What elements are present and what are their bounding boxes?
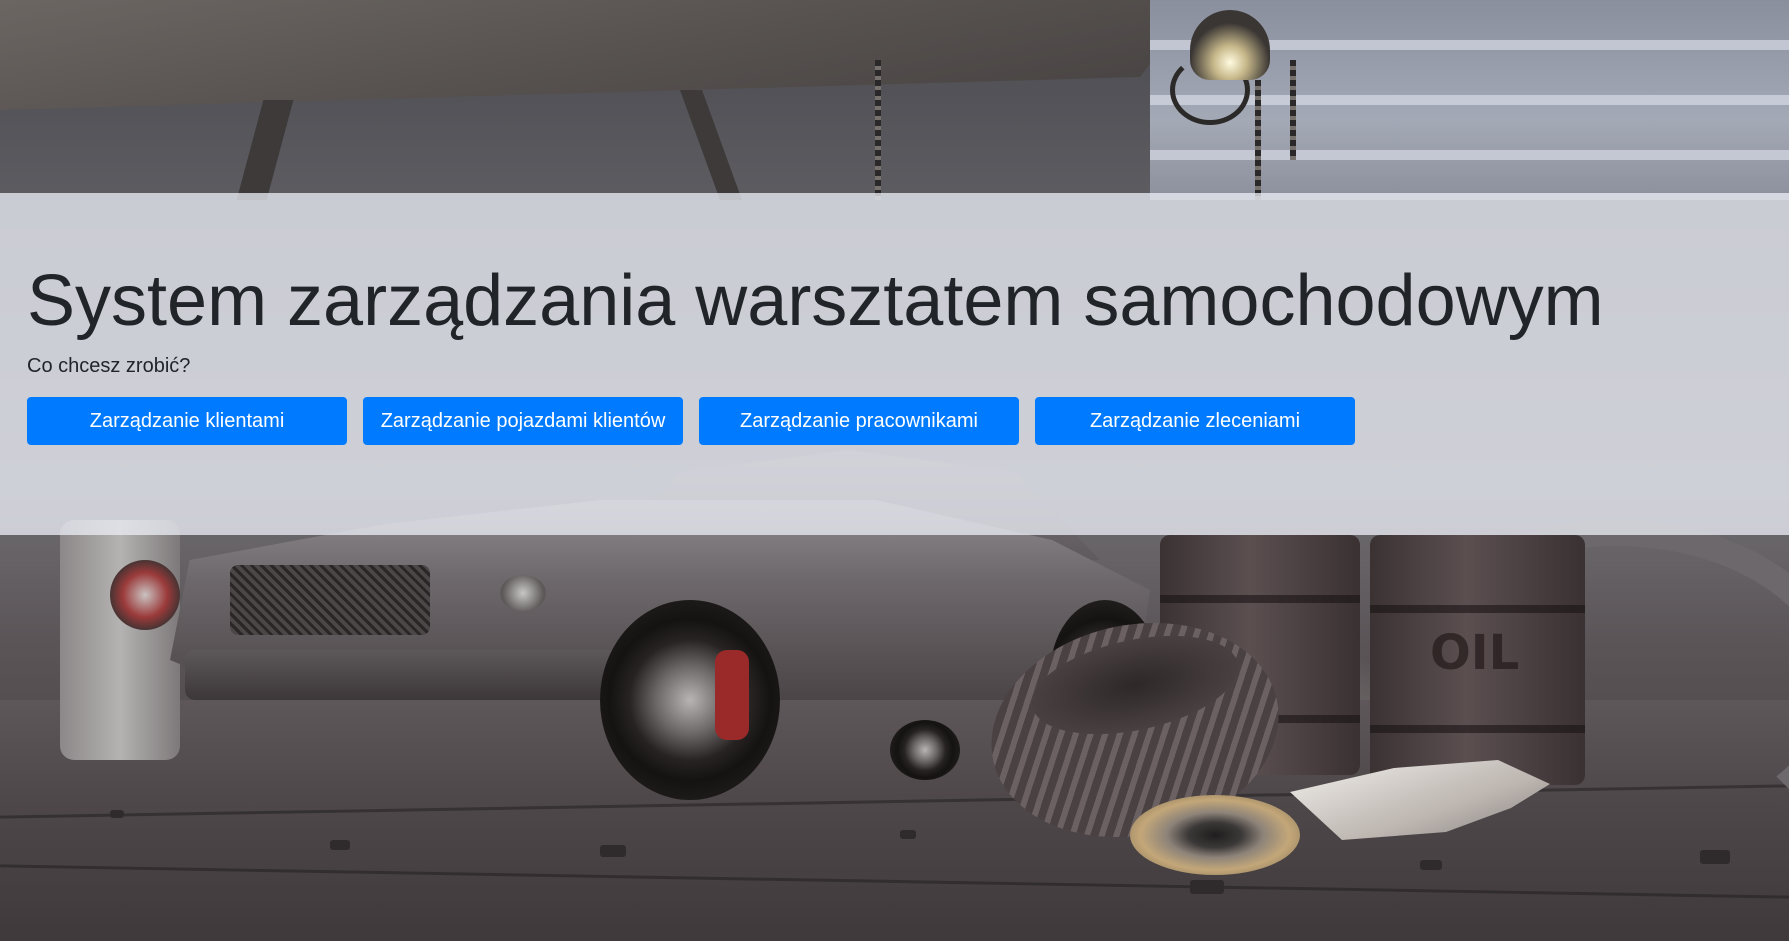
debris [330,840,350,850]
debris [1420,860,1442,870]
ceiling-beam [679,90,743,200]
debris [1700,850,1730,864]
debris [600,845,626,857]
car-front-wheel [600,600,780,800]
hanging-chain [1255,80,1261,200]
debris [110,810,124,818]
debris [900,830,916,839]
ceiling [0,0,1200,110]
page-subtitle: Co chcesz zrobić? [27,355,191,377]
manage-employees-button[interactable]: Zarządzanie pracownikami [699,397,1019,445]
ceiling-beam [236,100,294,200]
hanging-chain [1290,60,1296,160]
action-buttons: Zarządzanie klientami Zarządzanie pojazd… [27,397,1355,445]
debris [1190,880,1224,894]
manage-clients-button[interactable]: Zarządzanie klientami [27,397,347,445]
garage-lamp [1190,10,1270,80]
page-title: System zarządzania warsztatem samochodow… [27,261,1604,341]
car-headlight [500,575,546,611]
brake-caliper [715,650,749,740]
gas-bottle [60,520,180,760]
bottle-logo [110,560,180,630]
brake-disc [1130,795,1300,875]
jumbotron [0,193,1789,535]
manage-client-vehicles-button[interactable]: Zarządzanie pojazdami klientów [363,397,683,445]
loose-part [890,720,960,780]
hanging-chain [875,60,881,200]
car-bumper [185,650,625,700]
barrel-label: OIL [1430,625,1520,681]
window-strip [1150,150,1789,160]
oil-barrel: OIL [1370,535,1585,785]
manage-orders-button[interactable]: Zarządzanie zleceniami [1035,397,1355,445]
car-grille [230,565,430,635]
